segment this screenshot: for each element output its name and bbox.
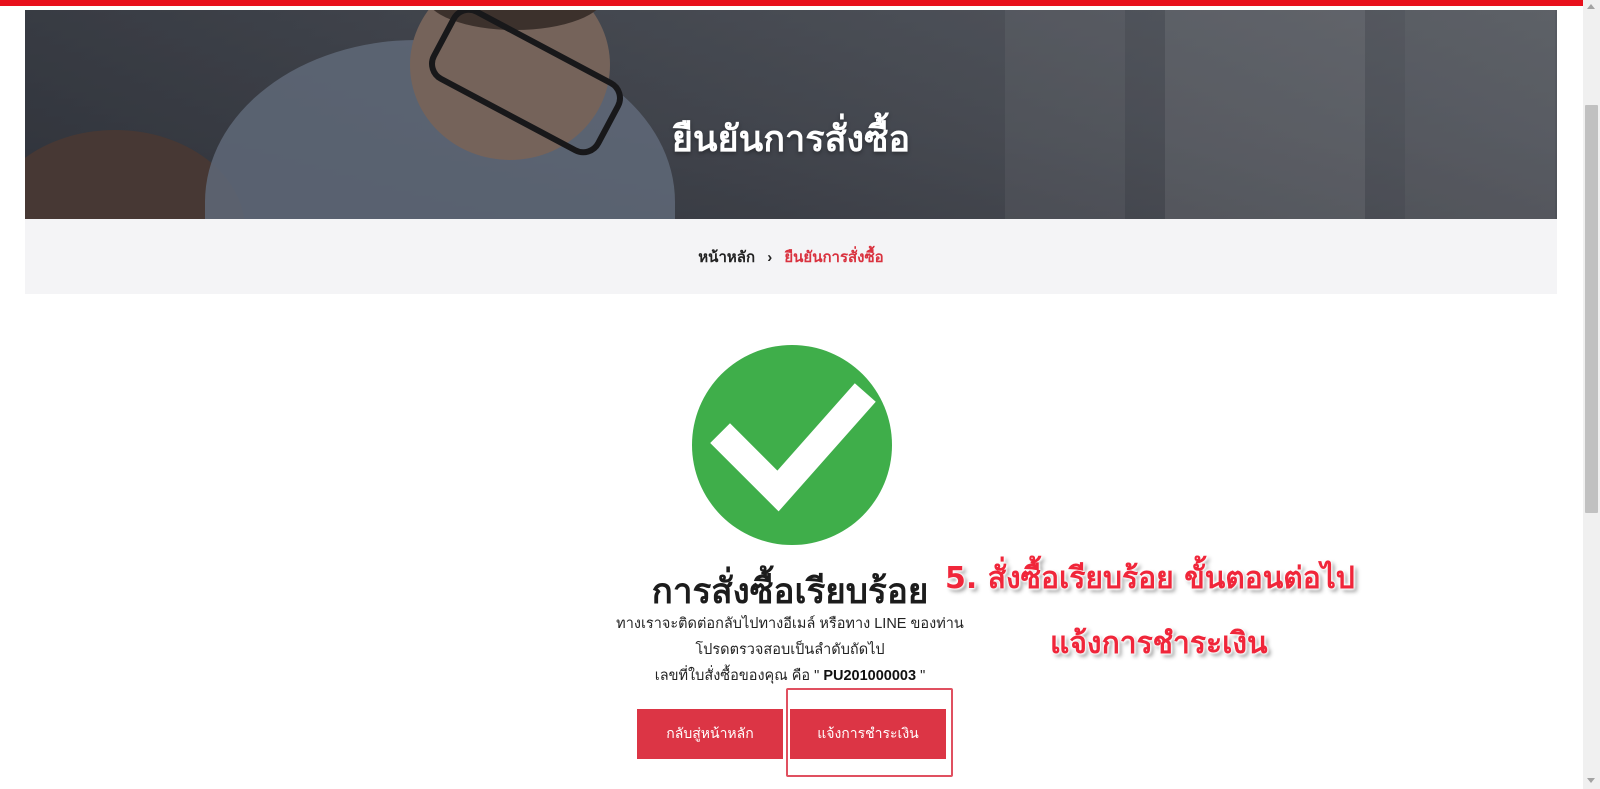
breadcrumb-home-link[interactable]: หน้าหลัก: [698, 249, 755, 266]
back-to-home-button[interactable]: กลับสู่หน้าหลัก: [637, 709, 783, 759]
check-icon: [692, 345, 892, 545]
scroll-up-arrow-icon[interactable]: [1587, 4, 1595, 9]
success-message-contact: ทางเราจะติดต่อกลับไปทางอีเมล์ หรือทาง LI…: [616, 616, 964, 632]
annotation-step-subtext: แจ้งการชำระเงิน: [1050, 626, 1268, 661]
order-number-line: เลขที่ใบสั่งซื้อของคุณ คือ " PU201000003…: [540, 664, 1040, 687]
scrollbar-thumb[interactable]: [1585, 105, 1598, 513]
breadcrumb-bar: หน้าหลัก › ยืนยันการสั่งซื้อ: [25, 219, 1557, 294]
hero-banner: ยืนยันการสั่งซื้อ: [25, 10, 1557, 219]
success-message-check: โปรดตรวจสอบเป็นลำดับถัดไป: [695, 642, 885, 658]
breadcrumb-current: ยืนยันการสั่งซื้อ: [784, 249, 884, 266]
vertical-scrollbar[interactable]: [1583, 0, 1600, 789]
scroll-down-arrow-icon[interactable]: [1587, 778, 1595, 783]
breadcrumb: หน้าหลัก › ยืนยันการสั่งซื้อ: [25, 245, 1557, 269]
chevron-right-icon: ›: [767, 249, 773, 266]
top-accent-bar: [0, 0, 1600, 6]
annotation-highlight-box: [786, 688, 953, 777]
order-number-prefix: เลขที่ใบสั่งซื้อของคุณ คือ ": [654, 668, 824, 684]
annotation-step-text: 5. สั่งซื้อเรียบร้อย ขั้นตอนต่อไป: [945, 561, 1355, 596]
order-number: PU201000003: [823, 668, 917, 684]
page-title: ยืนยันการสั่งซื้อ: [671, 119, 911, 160]
order-number-suffix: ": [916, 668, 926, 684]
